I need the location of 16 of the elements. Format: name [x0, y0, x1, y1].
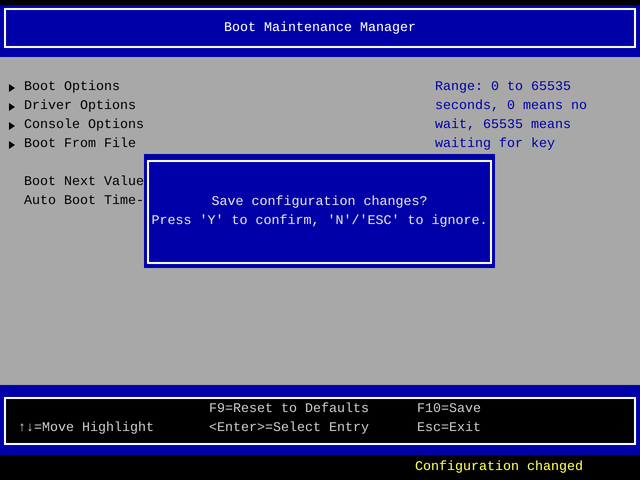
help-text: Range: 0 to 65535 seconds, 0 means no wait, 65535 means waiting for key — [435, 79, 587, 154]
dialog-text: Press 'Y' to confirm, 'N'/'ESC' to ignore. — [152, 213, 488, 231]
key-hint: Esc=Exit — [417, 420, 482, 438]
key-hint: F9=Reset to Defaults — [209, 401, 370, 419]
dialog-text: Save configuration changes? — [212, 194, 428, 212]
setting-label[interactable]: Auto Boot Time- — [24, 192, 144, 211]
status-message: Configuration changed — [415, 459, 583, 477]
menu-item[interactable]: Driver Options — [24, 97, 136, 116]
key-hint: <Enter>=Select Entry — [209, 420, 370, 438]
setting-label[interactable]: Boot Next Value — [24, 173, 144, 192]
page-title: Boot Maintenance Manager — [224, 20, 416, 38]
menu-item[interactable]: Boot From File — [24, 135, 136, 154]
key-hint: F10=Save — [417, 401, 482, 419]
key-hint: ↑↓=Move Highlight — [18, 420, 155, 438]
menu-item[interactable]: Boot Options — [24, 78, 120, 97]
menu-item[interactable]: Console Options — [24, 116, 144, 135]
